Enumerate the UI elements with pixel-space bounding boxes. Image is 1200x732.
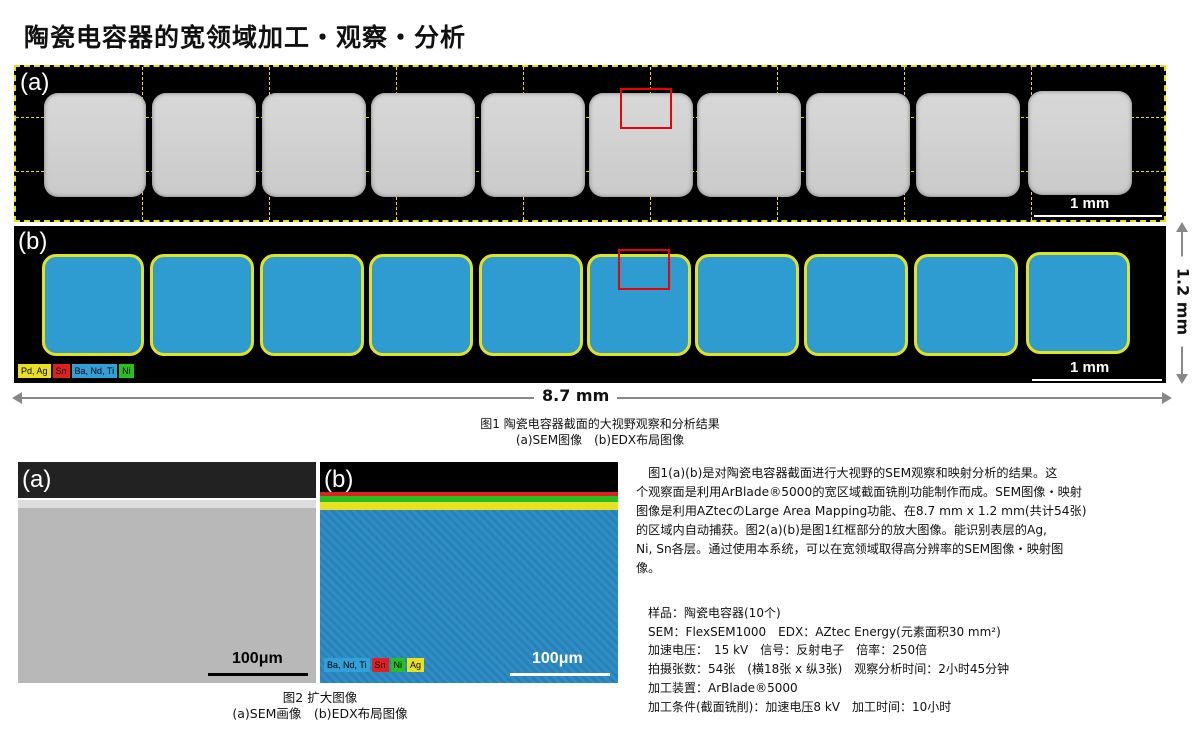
capacitor-cross-section: [804, 254, 908, 356]
sample-info: 样品：陶瓷电容器(10个) SEM：FlexSEM1000 EDX：AZtec …: [648, 604, 1188, 716]
caption-line: (a)SEM图像 (b)EDX布局图像: [515, 433, 685, 447]
scale-bar-label: 100μm: [232, 650, 283, 667]
scale-bar-label: 100μm: [532, 650, 583, 667]
height-dimension-label: 1.2 mm: [1173, 256, 1193, 347]
text-line: 图像是利用AZtecのLarge Area Mapping功能、在8.7 mm …: [636, 504, 1087, 518]
arrow-head-icon: [1162, 392, 1172, 404]
panel-label: (b): [18, 228, 48, 255]
capacitor-cross-section: [481, 93, 585, 197]
capacitor-cross-section: [152, 93, 256, 197]
legend-item: Pd, Ag: [18, 364, 51, 378]
capacitor-cross-section: [260, 254, 364, 356]
capacitor-cross-section: [262, 93, 366, 197]
capacitor-cross-section: [697, 93, 801, 197]
arrow-head-icon: [1176, 222, 1188, 232]
capacitor-cross-section: [42, 254, 144, 356]
surface-region: [320, 462, 618, 492]
width-dimension-label: 8.7 mm: [534, 386, 618, 405]
legend-item: Ni: [119, 364, 134, 378]
capacitor-cross-section: [1028, 91, 1132, 195]
panel-label: (a): [22, 466, 52, 493]
description-paragraph: 图1(a)(b)是对陶瓷电容器截面进行大视野的SEM观察和映射分析的结果。这 个…: [636, 464, 1192, 578]
legend-item: Ag: [407, 658, 425, 672]
legend-item: Ni: [390, 658, 406, 672]
ag-layer: [320, 502, 618, 510]
caption-line: 图2 扩大图像: [282, 690, 358, 705]
scale-bar: [1034, 215, 1162, 217]
fig2-caption: 图2 扩大图像 (a)SEM画像 (b)EDX布局图像: [170, 690, 470, 722]
capacitor-cross-section: [806, 93, 910, 197]
scale-bar: [510, 673, 610, 676]
capacitor-cross-section: [914, 254, 1018, 356]
panel-label: (a): [20, 69, 50, 96]
text-line: 图1(a)(b)是对陶瓷电容器截面进行大视野的SEM观察和映射分析的结果。这: [636, 466, 1058, 480]
text-line: 像。: [636, 561, 661, 575]
arrow-head-icon: [1176, 374, 1188, 384]
panel-label: (b): [324, 466, 354, 493]
legend-item: Sn: [52, 364, 70, 378]
scale-bar-label: 1 mm: [1070, 359, 1110, 376]
capacitor-cross-section: [371, 93, 475, 197]
surface-region: [18, 462, 316, 498]
info-shots: 拍摄张数：54张 (横18张 x 纵3张) 观察分析时间：2小时45分钟: [648, 662, 1010, 677]
fig2-sem-panel: (a) 100μm: [18, 462, 316, 683]
fig1-sem-panel: (a) 1 mm: [14, 65, 1166, 222]
arrow-head-icon: [12, 392, 22, 404]
element-legend: Pd, Ag Sn Ba, Nd, Ti Ni: [18, 364, 134, 378]
zoom-region-box: [618, 249, 670, 290]
caption-line: (a)SEM画像 (b)EDX布局图像: [232, 706, 408, 721]
legend-item: Ba, Nd, Ti: [71, 364, 118, 378]
text-line: Ni, Sn各层。通过使用本系统，可以在宽领域取得高分辨率的SEM图像・映射图: [636, 542, 1064, 556]
fig1-edx-panel: (b) Pd, Ag Sn Ba, Nd, Ti Ni 1 mm: [14, 226, 1166, 383]
zoom-region-box: [620, 88, 672, 129]
fig1-caption: 图1 陶瓷电容器截面的大视野观察和分析结果 (a)SEM图像 (b)EDX布局图…: [300, 416, 900, 448]
info-voltage: 加速电压： 15 kV 信号：反射电子 倍率：250倍: [648, 643, 928, 658]
legend-item: Sn: [371, 658, 389, 672]
fig2-edx-panel: (b) Ba, Nd, Ti Sn Ni Ag 100μm: [320, 462, 618, 683]
scale-bar-label: 1 mm: [1070, 195, 1110, 212]
info-conditions: 加工条件(截面铣削)：加速电压8 kV 加工时间：10小时: [648, 699, 952, 714]
text-line: 个观察面是利用ArBlade®5000的宽区域截面铣削功能制作而成。SEM图像・…: [636, 485, 1083, 499]
info-sample: 样品：陶瓷电容器(10个): [648, 606, 781, 620]
text-line: 的区域内自动捕获。图2(a)(b)是图1红框部分的放大图像。能识别表层的Ag,: [636, 523, 1047, 537]
capacitor-cross-section: [916, 93, 1020, 197]
page-title: 陶瓷电容器的宽领域加工・观察・分析: [24, 23, 467, 52]
capacitor-cross-section: [695, 254, 799, 356]
scale-bar: [208, 673, 308, 676]
info-device: 加工装置：ArBlade®5000: [648, 680, 798, 695]
capacitor-cross-section: [479, 254, 583, 356]
capacitor-cross-section: [1026, 252, 1130, 354]
capacitor-cross-section: [44, 93, 146, 197]
capacitor-cross-section: [150, 254, 254, 356]
legend-item: Ba, Nd, Ti: [324, 658, 370, 672]
scale-bar: [1032, 379, 1162, 381]
caption-line: 图1 陶瓷电容器截面的大视野观察和分析结果: [480, 417, 720, 431]
element-legend: Ba, Nd, Ti Sn Ni Ag: [324, 658, 425, 672]
capacitor-cross-section: [369, 254, 473, 356]
info-sem: SEM：FlexSEM1000 EDX：AZtec Energy(元素面积30 …: [648, 624, 1001, 639]
